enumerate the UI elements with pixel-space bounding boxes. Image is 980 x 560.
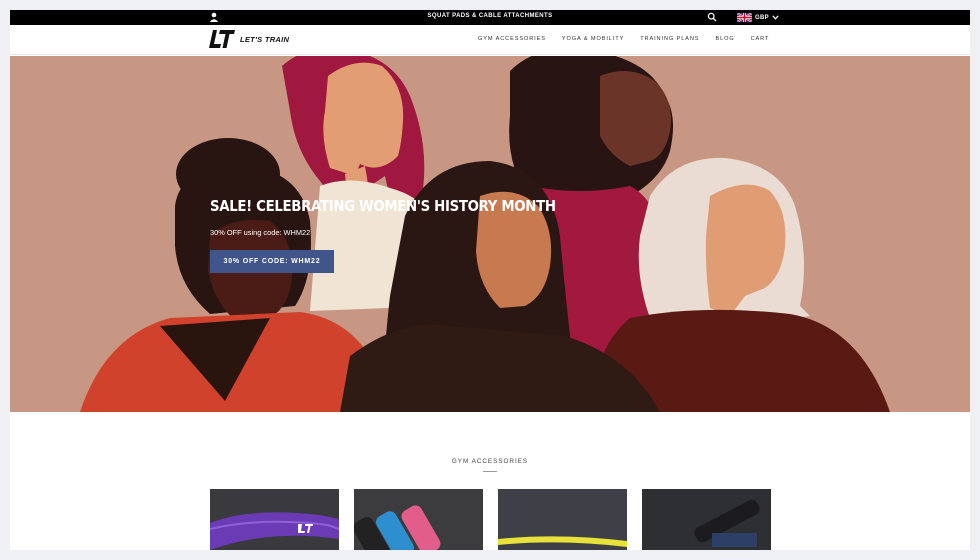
hero-illustration bbox=[80, 56, 890, 412]
announcement-text[interactable]: SQUAT PADS & CABLE ATTACHMENTS bbox=[10, 13, 970, 19]
hero-cta-button[interactable]: 30% OFF CODE: WHM22 bbox=[210, 250, 334, 273]
currency-selector[interactable]: GBP bbox=[737, 12, 779, 23]
product-card-resistance-band[interactable] bbox=[210, 489, 339, 550]
nav-cart[interactable]: CART bbox=[751, 36, 770, 42]
nav-yoga-mobility[interactable]: YOGA & MOBILITY bbox=[562, 36, 624, 42]
currency-label: GBP bbox=[755, 14, 769, 21]
logo-text: LET'S TRAIN bbox=[240, 34, 290, 44]
page: SQUAT PADS & CABLE ATTACHMENTS GBP LET'S… bbox=[10, 10, 970, 550]
foam-rollers-image bbox=[354, 489, 483, 550]
hero-title: SALE! CELEBRATING WOMEN'S HISTORY MONTH bbox=[210, 197, 556, 215]
product-card-barbell-pad[interactable] bbox=[642, 489, 771, 550]
nav-blog[interactable]: BLOG bbox=[715, 36, 734, 42]
product-card-foam-rollers[interactable] bbox=[354, 489, 483, 550]
resistance-band-image bbox=[210, 489, 339, 550]
section-title: GYM ACCESSORIES bbox=[451, 458, 529, 465]
main-nav: GYM ACCESSORIES YOGA & MOBILITY TRAINING… bbox=[478, 36, 769, 42]
nav-gym-accessories[interactable]: GYM ACCESSORIES bbox=[478, 36, 546, 42]
section-divider bbox=[483, 471, 497, 472]
logo[interactable]: LET'S TRAIN bbox=[209, 29, 289, 49]
product-card-yellow-band[interactable] bbox=[498, 489, 627, 550]
yellow-band-image bbox=[498, 489, 627, 550]
hero-banner: SALE! CELEBRATING WOMEN'S HISTORY MONTH … bbox=[10, 56, 970, 412]
site-header: LET'S TRAIN GYM ACCESSORIES YOGA & MOBIL… bbox=[10, 25, 970, 55]
announcement-bar: SQUAT PADS & CABLE ATTACHMENTS GBP bbox=[10, 10, 970, 25]
logo-mark-icon bbox=[209, 30, 235, 48]
hero-subtitle: 30% OFF using code: WHM22 bbox=[210, 228, 311, 237]
chevron-down-icon bbox=[772, 15, 779, 20]
search-icon[interactable] bbox=[707, 12, 717, 22]
nav-training-plans[interactable]: TRAINING PLANS bbox=[640, 36, 699, 42]
uk-flag-icon bbox=[737, 13, 752, 22]
barbell-pad-image bbox=[642, 489, 771, 550]
